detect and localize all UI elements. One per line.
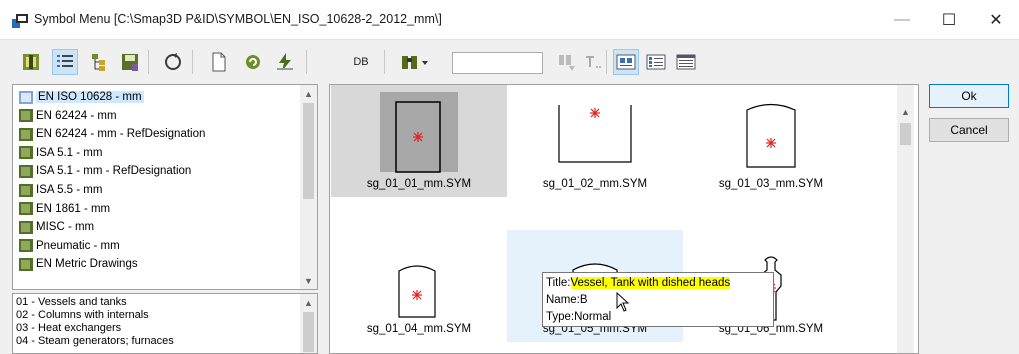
cycle-icon[interactable] (160, 49, 186, 75)
tree-item-label: ISA 5.1 - mm (36, 146, 103, 159)
tooltip-title-key: Title: (546, 277, 571, 289)
scroll-thumb[interactable] (900, 123, 911, 145)
toolbar: DB (0, 40, 1019, 82)
flash-icon[interactable] (272, 49, 298, 75)
library-tree[interactable]: EN ISO 10628 - mm EN 62424 - mm EN 62424 -… (12, 84, 318, 290)
tree-item[interactable]: EN 62424 - mm - RefDesignation (19, 125, 205, 143)
close-button[interactable]: ✕ (973, 0, 1019, 40)
tree-item[interactable]: MISC - mm (19, 218, 94, 236)
library-book-icon (19, 220, 33, 234)
tree-icon[interactable] (86, 49, 112, 75)
symbol-preview-icon (398, 265, 436, 318)
toolbar-separator (384, 50, 385, 74)
large-icons-view-icon[interactable] (613, 49, 639, 75)
tree-item[interactable]: EN Metric Drawings (19, 255, 138, 273)
symbol-preview-icon (380, 92, 458, 173)
scroll-down-icon[interactable]: ▼ (300, 272, 317, 289)
minimize-button[interactable]: — (879, 0, 925, 40)
category-list[interactable]: 01 - Vessels and tanks 02 - Columns with … (12, 293, 318, 354)
tree-item-label: EN 62424 - mm (36, 109, 117, 122)
symbol-preview-icon (558, 105, 632, 163)
grid-scrollbar[interactable]: ▲ (897, 85, 914, 353)
tree-item[interactable]: EN ISO 10628 - mm (19, 88, 144, 106)
category-item[interactable]: 01 - Vessels and tanks (16, 296, 127, 308)
category-item[interactable]: 04 - Steam generators; furnaces (16, 335, 174, 347)
tree-item-label: EN Metric Drawings (36, 258, 138, 271)
symbol-label: sg_01_04_mm.SYM (366, 323, 472, 335)
small-icons-view-icon[interactable] (643, 49, 669, 75)
library-book-icon (19, 127, 33, 141)
scroll-up-icon[interactable]: ▲ (897, 103, 914, 120)
mouse-cursor-icon (616, 292, 630, 312)
symbol-tile[interactable]: sg_01_03_mm.SYM (683, 85, 859, 197)
text-icon[interactable] (580, 49, 606, 75)
symbol-tile[interactable]: sg_01_04_mm.SYM (331, 230, 507, 342)
scroll-up-icon[interactable]: ▲ (300, 294, 317, 311)
symbol-tile[interactable]: sg_01_01_mm.SYM (331, 85, 507, 197)
tree-item-label: EN ISO 10628 - mm (36, 91, 144, 103)
toolbar-separator (606, 50, 607, 74)
new-document-icon[interactable] (206, 49, 232, 75)
toolbar-separator (306, 50, 307, 74)
tree-scrollbar[interactable]: ▲ ▼ (300, 85, 317, 289)
category-item[interactable]: 02 - Columns with internals (16, 309, 149, 321)
window-title: Symbol Menu [C:\Smap3D P&ID\SYMBOL\EN_IS… (34, 12, 442, 26)
tree-item-label: MISC - mm (36, 221, 95, 234)
ok-button[interactable]: Ok (929, 84, 1009, 108)
title-bar: Symbol Menu [C:\Smap3D P&ID\SYMBOL\EN_IS… (0, 0, 1019, 40)
toolbar-separator (148, 50, 149, 74)
library-book-icon (19, 183, 33, 197)
library-book-icon (19, 109, 33, 123)
details-view-icon[interactable] (673, 49, 699, 75)
tree-item-label: ISA 5.1 - mm - RefDesignation (36, 165, 192, 178)
tree-item[interactable]: ISA 5.5 - mm (19, 181, 102, 199)
library-book-icon (19, 90, 33, 104)
tooltip-name: Name:B (546, 294, 588, 306)
category-scrollbar[interactable]: ▲ (300, 294, 317, 353)
tooltip-title-value: Vessel, Tank with dished heads (570, 277, 731, 289)
refresh-icon[interactable] (240, 49, 266, 75)
tree-item[interactable]: EN 1861 - mm (19, 200, 110, 218)
toolbar-separator (192, 50, 193, 74)
search-input[interactable] (452, 52, 543, 74)
tree-item-label: Pneumatic - mm (36, 239, 120, 252)
tooltip-type: Type:Normal (546, 311, 612, 323)
db-button[interactable]: DB (348, 49, 374, 75)
symbol-label: sg_01_03_mm.SYM (718, 178, 824, 190)
symbol-label: sg_01_01_mm.SYM (366, 178, 472, 190)
tree-item-label: EN 1861 - mm (36, 202, 111, 215)
find-next-icon[interactable] (554, 49, 580, 75)
list-view-icon[interactable] (52, 49, 78, 75)
library-book-icon (19, 146, 33, 160)
tree-item[interactable]: EN 62424 - mm (19, 107, 117, 125)
tree-item-label: ISA 5.5 - mm (36, 184, 103, 196)
scroll-thumb[interactable] (303, 312, 314, 352)
tree-item[interactable]: ISA 5.1 - mm - RefDesignation (19, 162, 191, 180)
library-icon[interactable] (18, 49, 44, 75)
symbol-tile[interactable]: sg_01_02_mm.SYM (507, 85, 683, 197)
tree-item[interactable]: Pneumatic - mm (19, 237, 120, 255)
library-book-icon (19, 257, 33, 271)
library-book-icon (19, 239, 33, 253)
scroll-thumb[interactable] (303, 103, 314, 199)
maximize-button[interactable]: ☐ (926, 0, 972, 40)
symbol-label: sg_01_02_mm.SYM (542, 178, 648, 190)
library-book-icon (19, 164, 33, 178)
library-book-icon (19, 202, 33, 216)
category-item[interactable]: 03 - Heat exchangers (16, 322, 121, 334)
tree-item[interactable]: ISA 5.1 - mm (19, 144, 102, 162)
binoculars-icon[interactable] (398, 49, 432, 75)
symbol-tooltip: Title:Vessel, Tank with dished heads Nam… (542, 272, 774, 327)
save-icon[interactable] (117, 49, 143, 75)
scroll-up-icon[interactable]: ▲ (300, 85, 317, 102)
app-icon (12, 14, 28, 28)
tree-item-label: EN 62424 - mm - RefDesignation (36, 128, 206, 141)
cancel-button[interactable]: Cancel (929, 118, 1009, 142)
symbol-preview-icon (746, 103, 796, 168)
